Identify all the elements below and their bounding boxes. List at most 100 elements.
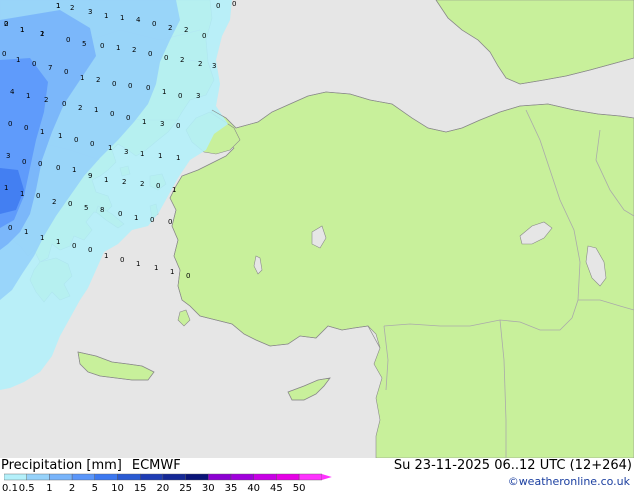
- precip-value: 1: [104, 176, 108, 184]
- precip-value: 0: [2, 50, 6, 58]
- precip-value: 0: [100, 42, 104, 50]
- credit-link[interactable]: ©weatheronline.co.uk: [508, 475, 630, 488]
- precip-value: 1: [104, 12, 108, 20]
- precip-value: 2: [44, 96, 48, 104]
- legend-bar: [4, 473, 332, 481]
- legend-swatch: [276, 473, 300, 481]
- legend-swatch: [71, 473, 95, 481]
- legend-tick-label: 25: [179, 483, 192, 494]
- precip-value: 1: [176, 154, 180, 162]
- precip-value: 5: [82, 40, 86, 48]
- footer-bar: Precipitation [mm] ECMWF Su 23-11-2025 06…: [0, 458, 634, 494]
- precip-value: 1: [72, 166, 76, 174]
- legend-arrow: [321, 474, 332, 480]
- legend-tick-label: 50: [292, 483, 306, 494]
- precip-value: 5: [84, 204, 88, 212]
- legend-tick-label: 35: [224, 483, 238, 494]
- precip-value: 0: [128, 82, 132, 90]
- precip-value: 0: [120, 256, 124, 264]
- precip-value: 0: [152, 20, 156, 28]
- legend-tick-label: 0.1: [2, 483, 18, 494]
- precip-value: 3: [212, 62, 216, 70]
- precip-value: 0: [176, 122, 180, 130]
- precip-value: 2: [198, 60, 202, 68]
- precip-value: 4: [10, 88, 15, 96]
- precip-value: 1: [20, 26, 24, 34]
- precip-value: 0: [90, 140, 94, 148]
- precip-value: 1: [142, 118, 146, 126]
- precip-value: 0: [118, 210, 122, 218]
- title-text: Precipitation [mm]: [1, 458, 122, 473]
- precipitation-map: 2 1 2 1 2 3 1 1 4 0 2 2 0 0 0 0 5 0 1 2 0 0 2 2 3 0 1 0 7 0 1 2 0 0 0 1 0 3 4 1…: [0, 0, 634, 458]
- precip-value: 0: [8, 120, 12, 128]
- precip-value: 2: [78, 104, 82, 112]
- legend-tick-label: 40: [247, 483, 261, 494]
- precip-value: 1: [140, 150, 144, 158]
- precip-value: 0: [150, 216, 154, 224]
- precip-value: 0: [88, 246, 92, 254]
- precip-value: 0: [202, 32, 206, 40]
- precip-value: 0: [66, 36, 70, 44]
- precip-value: 2: [184, 26, 188, 34]
- precip-value: 0: [168, 218, 172, 226]
- legend-tick-label: 45: [270, 483, 283, 494]
- precip-value: 0: [146, 84, 150, 92]
- legend-swatch: [4, 473, 27, 481]
- forecast-datetime: Su 23-11-2025 06..12 UTC (12+264): [393, 458, 632, 473]
- precip-value: 1: [170, 268, 174, 276]
- precip-value: 1: [20, 190, 24, 198]
- map-canvas: 2 1 2 1 2 3 1 1 4 0 2 2 0 0 0 0 5 0 1 2 0 0 2 2 3 0 1 0 7 0 1 2 0 0 0 1 0 3 4 1…: [0, 0, 634, 458]
- precip-value: 0: [4, 20, 8, 28]
- precip-value: 1: [136, 260, 140, 268]
- precip-value: 2: [70, 4, 74, 12]
- precip-value: 1: [40, 128, 44, 136]
- legend-tick-label: 0.5: [18, 483, 35, 494]
- precip-value: 0: [56, 164, 60, 172]
- precip-value: 0: [186, 272, 190, 280]
- precip-value: 8: [100, 206, 104, 214]
- legend-swatch: [162, 473, 186, 481]
- precip-value: 2: [180, 56, 184, 64]
- precip-value: 1: [154, 264, 158, 272]
- precip-value: 0: [110, 110, 114, 118]
- legend-swatch: [139, 473, 164, 481]
- precip-value: 0: [74, 136, 78, 144]
- precip-value: 1: [24, 228, 28, 236]
- legend-swatch: [117, 473, 141, 481]
- precip-value: 0: [36, 192, 40, 200]
- precip-value: 0: [156, 182, 160, 190]
- precip-value: 0: [216, 2, 220, 10]
- model-name: ECMWF: [131, 458, 181, 473]
- legend-tick-label: 10: [111, 483, 124, 494]
- precip-value: 1: [162, 88, 166, 96]
- precip-value: 0: [38, 160, 42, 168]
- precip-value: 0: [8, 224, 12, 232]
- precip-value: 1: [120, 14, 124, 22]
- precip-value: 3: [160, 120, 164, 128]
- legend-swatch: [94, 473, 118, 481]
- precip-value: 9: [88, 172, 92, 180]
- precip-value: 1: [40, 234, 44, 242]
- precip-value: 1: [94, 106, 98, 114]
- precip-value: 0: [178, 92, 182, 100]
- precip-value: 2: [132, 46, 136, 54]
- precip-value: 1: [134, 214, 138, 222]
- precip-value: 1: [58, 132, 62, 140]
- precip-value: 2: [96, 76, 100, 84]
- precip-value: 1: [158, 152, 162, 160]
- legend-swatch: [49, 473, 73, 481]
- precip-value: 1: [56, 238, 60, 246]
- precip-value: 1: [104, 252, 108, 260]
- precip-value: 0: [164, 54, 168, 62]
- legend-tick-label: 2: [68, 483, 76, 494]
- precip-value: 1: [56, 2, 60, 10]
- precip-value: 0: [112, 80, 116, 88]
- precip-value: 0: [232, 0, 236, 8]
- precip-value: 1: [26, 92, 30, 100]
- precip-value: 0: [32, 60, 36, 68]
- color-legend: 0.1 0.5 1 2 5 10 15 20 25 30 35 40 45 50: [2, 473, 334, 494]
- precip-value: 0: [22, 158, 26, 166]
- precip-value: 1: [172, 186, 176, 194]
- legend-tick-label: 1: [46, 483, 53, 494]
- legend-tick-label: 15: [133, 483, 147, 494]
